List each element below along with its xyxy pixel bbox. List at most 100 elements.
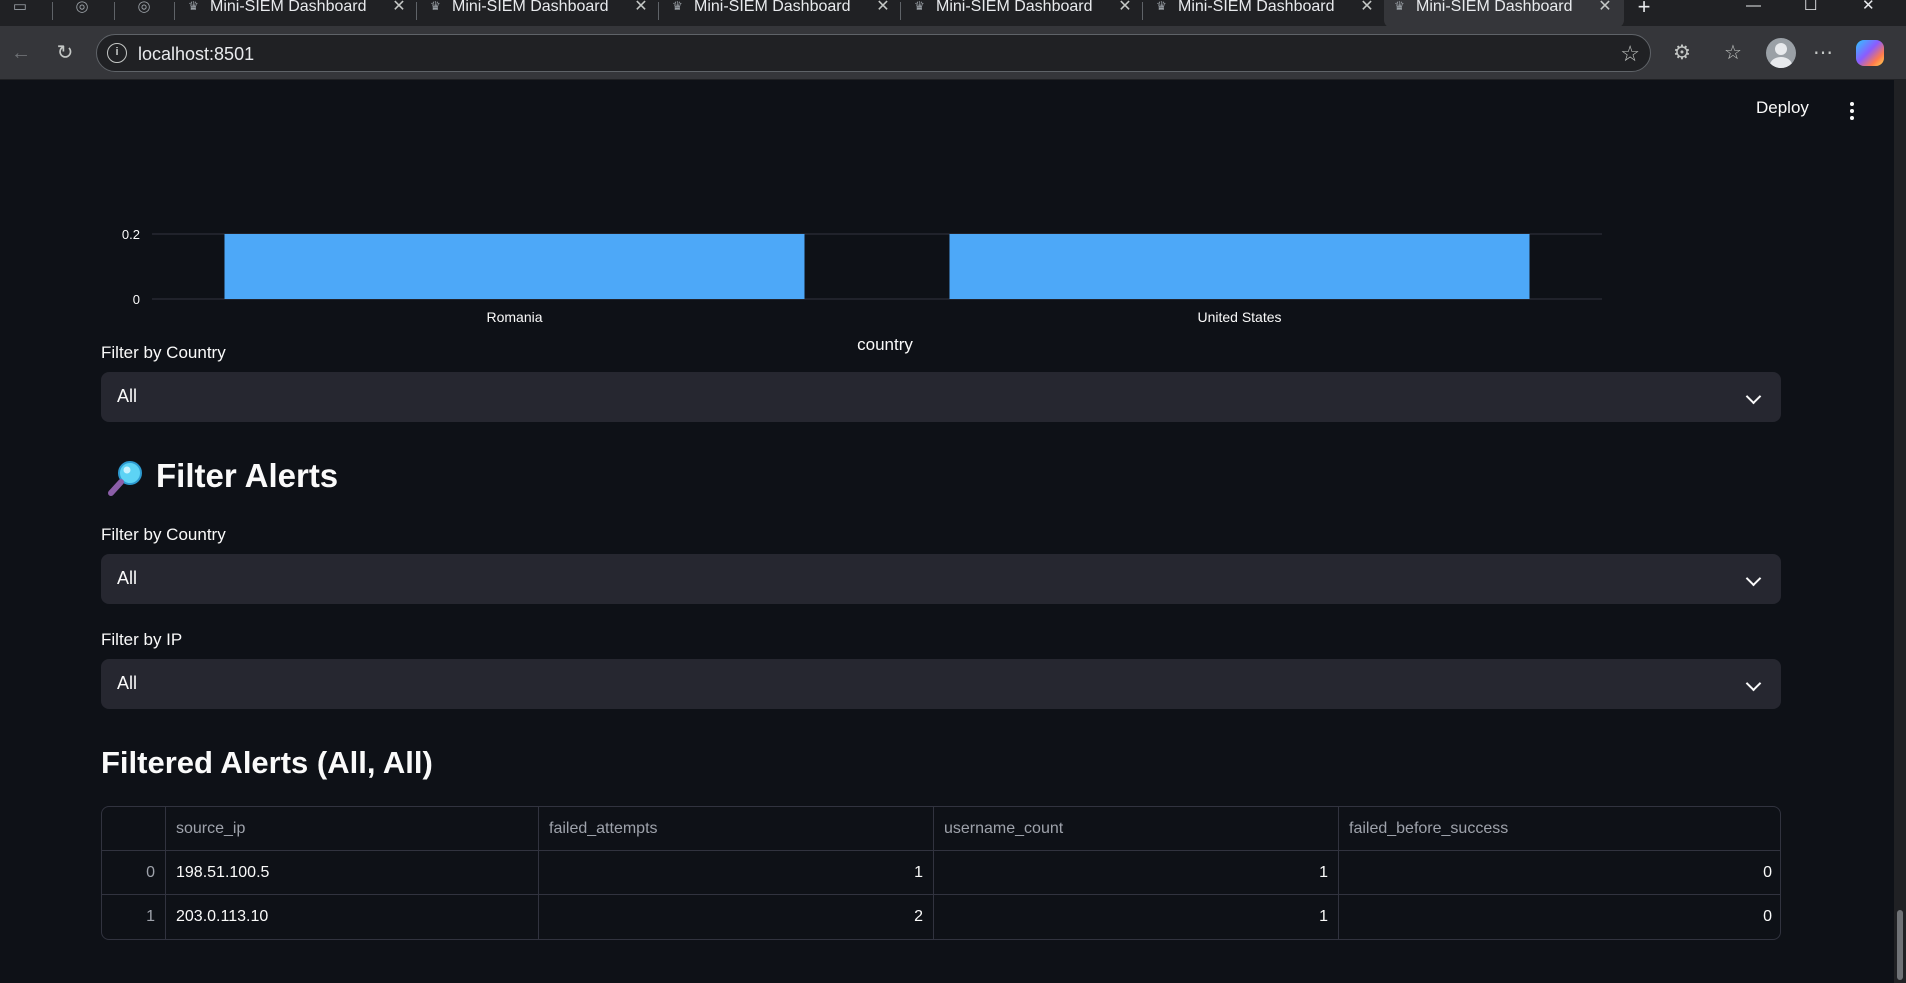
y-tick-label: 0.2 bbox=[122, 227, 140, 242]
back-arrow-icon[interactable]: ← bbox=[8, 40, 34, 66]
tab-title: Mini-SIEM Dashboard bbox=[694, 0, 851, 14]
close-icon[interactable]: ✕ bbox=[632, 0, 650, 15]
url-text[interactable]: localhost:8501 bbox=[138, 44, 254, 65]
cell-failed-attempts[interactable]: 1 bbox=[539, 851, 934, 895]
x-tick-label: United States bbox=[1197, 309, 1281, 325]
cell-source-ip[interactable]: 203.0.113.10 bbox=[166, 895, 539, 939]
profile-avatar[interactable] bbox=[1766, 38, 1796, 68]
country-filter-label: Filter by Country bbox=[101, 343, 226, 362]
close-icon[interactable]: ✕ bbox=[1116, 0, 1134, 15]
country-filter-select[interactable]: All bbox=[101, 372, 1781, 422]
crown-icon: ♛ bbox=[914, 0, 925, 13]
tab-separator bbox=[658, 2, 659, 20]
chart-y-ticks: 00.2 bbox=[122, 227, 140, 307]
column-header-failed-before-success[interactable]: failed_before_success bbox=[1339, 807, 1780, 851]
column-header-index[interactable] bbox=[102, 807, 166, 851]
browser-tab[interactable]: ♛ Mini-SIEM Dashboard ✕ bbox=[904, 0, 1144, 28]
browser-tab[interactable]: ♛ Mini-SIEM Dashboard ✕ bbox=[662, 0, 902, 28]
scrollbar-thumb[interactable] bbox=[1897, 910, 1903, 980]
chart-x-ticks: Romania United States bbox=[486, 309, 1281, 325]
table-row[interactable]: 1 203.0.113.10 2 1 0 bbox=[102, 895, 1780, 939]
cell-failed-attempts[interactable]: 2 bbox=[539, 895, 934, 939]
close-icon[interactable]: ✕ bbox=[390, 0, 408, 15]
tab-title: Mini-SIEM Dashboard bbox=[1416, 0, 1573, 14]
tab-separator bbox=[1142, 2, 1143, 20]
column-header-username-count[interactable]: username_count bbox=[934, 807, 1339, 851]
deploy-button[interactable]: Deploy bbox=[1756, 98, 1809, 118]
app-main: Deploy 0 0.2 Romania United States country… bbox=[0, 80, 1894, 983]
browser-tab-strip: ▭ ◎ ◎ ♛ Mini-SIEM Dashboard ✕ ♛ Mini-SIE… bbox=[0, 0, 1906, 28]
crown-icon: ♛ bbox=[672, 0, 683, 13]
close-icon[interactable]: ✕ bbox=[1358, 0, 1376, 15]
favorites-icon[interactable]: ☆ bbox=[1720, 40, 1746, 66]
crown-icon: ♛ bbox=[1394, 0, 1405, 13]
chart-bars bbox=[224, 234, 1530, 299]
column-header-failed-attempts[interactable]: failed_attempts bbox=[539, 807, 934, 851]
favorite-star-icon[interactable]: ☆ bbox=[1620, 41, 1640, 67]
reload-icon[interactable]: ↻ bbox=[52, 40, 78, 66]
window-close-icon[interactable]: ✕ bbox=[1862, 0, 1875, 13]
globe-icon[interactable]: ◎ bbox=[68, 0, 96, 20]
chevron-down-icon bbox=[1745, 570, 1762, 587]
x-tick-label: Romania bbox=[486, 309, 542, 325]
cell-username-count[interactable]: 1 bbox=[934, 895, 1339, 939]
magnifier-icon bbox=[108, 461, 142, 496]
filtered-alerts-table[interactable]: source_ip failed_attempts username_count… bbox=[101, 806, 1781, 940]
tab-separator bbox=[174, 2, 175, 20]
chevron-down-icon bbox=[1745, 388, 1762, 405]
crown-icon: ♛ bbox=[430, 0, 441, 13]
bar-romania[interactable] bbox=[224, 234, 805, 299]
browser-tab[interactable]: ♛ Mini-SIEM Dashboard ✕ bbox=[1146, 0, 1386, 28]
row-index: 0 bbox=[102, 851, 166, 895]
tab-title: Mini-SIEM Dashboard bbox=[452, 0, 609, 14]
page-scrollbar[interactable] bbox=[1894, 80, 1906, 983]
tab-title: Mini-SIEM Dashboard bbox=[210, 0, 367, 14]
browser-tab-active[interactable]: ♛ Mini-SIEM Dashboard ✕ bbox=[1384, 0, 1624, 28]
address-bar[interactable]: i localhost:8501 ☆ bbox=[96, 34, 1651, 72]
tab-separator bbox=[416, 2, 417, 20]
browser-tab[interactable]: ♛ Mini-SIEM Dashboard ✕ bbox=[420, 0, 660, 28]
filter-alerts-heading: Filter Alerts bbox=[156, 457, 339, 494]
country-bar-chart: 00.2 Romania United States country bbox=[122, 227, 1602, 354]
maximize-icon[interactable]: ☐ bbox=[1804, 0, 1817, 13]
alerts-country-filter-label: Filter by Country bbox=[101, 525, 226, 544]
chart-x-axis-label: country bbox=[857, 335, 913, 354]
row-index: 1 bbox=[102, 895, 166, 939]
y-tick-label: 0 bbox=[133, 292, 140, 307]
close-icon[interactable]: ✕ bbox=[1596, 0, 1614, 15]
cell-username-count[interactable]: 1 bbox=[934, 851, 1339, 895]
extensions-icon[interactable]: ⚙ bbox=[1669, 40, 1695, 66]
ip-filter-value: All bbox=[117, 673, 138, 693]
tab-separator bbox=[52, 2, 53, 20]
tab-separator bbox=[900, 2, 901, 20]
table-header-row: source_ip failed_attempts username_count… bbox=[102, 807, 1780, 851]
bar-united-states[interactable] bbox=[949, 234, 1530, 299]
alerts-country-filter-value: All bbox=[117, 568, 138, 588]
tab-title: Mini-SIEM Dashboard bbox=[1178, 0, 1335, 14]
main-menu-icon[interactable] bbox=[1844, 102, 1860, 122]
new-tab-icon[interactable]: + bbox=[1630, 0, 1658, 20]
table-row[interactable]: 0 198.51.100.5 1 1 0 bbox=[102, 851, 1780, 895]
tab-separator bbox=[114, 2, 115, 20]
copilot-icon[interactable] bbox=[1856, 40, 1884, 66]
browser-toolbar: ← ↻ i localhost:8501 ☆ ⚙ ☆ ⋯ bbox=[0, 26, 1906, 80]
cell-failed-before-success[interactable]: 0 bbox=[1339, 851, 1780, 895]
close-icon[interactable]: ✕ bbox=[874, 0, 892, 15]
column-header-source-ip[interactable]: source_ip bbox=[166, 807, 539, 851]
more-options-icon[interactable]: ⋯ bbox=[1810, 40, 1836, 66]
globe-icon[interactable]: ◎ bbox=[130, 0, 158, 20]
browser-tab[interactable]: ♛ Mini-SIEM Dashboard ✕ bbox=[178, 0, 418, 28]
filtered-alerts-heading: Filtered Alerts (All, All) bbox=[101, 745, 433, 780]
crown-icon: ♛ bbox=[188, 0, 199, 13]
cell-source-ip[interactable]: 198.51.100.5 bbox=[166, 851, 539, 895]
ip-filter-select[interactable]: All bbox=[101, 659, 1781, 709]
crown-icon: ♛ bbox=[1156, 0, 1167, 13]
sidebar-toggle-icon[interactable]: ▭ bbox=[6, 0, 34, 20]
alerts-country-filter-select[interactable]: All bbox=[101, 554, 1781, 604]
ip-filter-label: Filter by IP bbox=[101, 630, 183, 649]
site-info-icon[interactable]: i bbox=[107, 43, 127, 63]
minimize-icon[interactable]: — bbox=[1746, 0, 1761, 13]
chevron-down-icon bbox=[1745, 675, 1762, 692]
country-filter-value: All bbox=[117, 386, 138, 406]
cell-failed-before-success[interactable]: 0 bbox=[1339, 895, 1780, 939]
